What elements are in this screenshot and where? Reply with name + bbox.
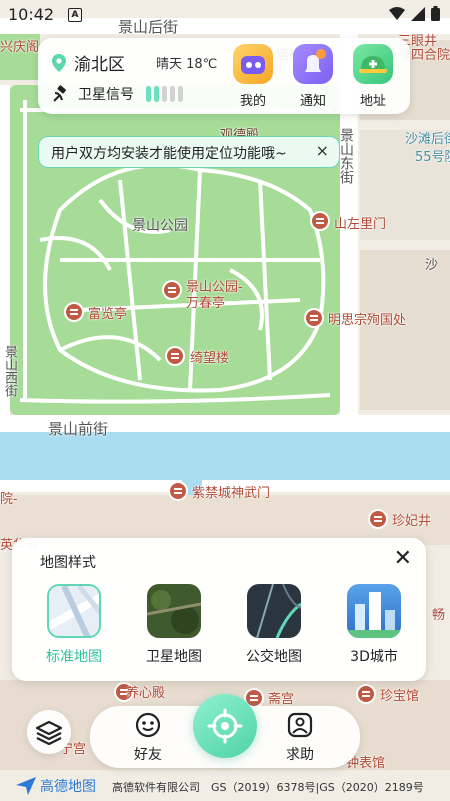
- transit-map-thumb-icon: [247, 584, 301, 638]
- help-button[interactable]: 求助: [270, 712, 330, 764]
- location-pin-icon: [52, 53, 66, 72]
- poi-qiwang-icon[interactable]: [167, 348, 183, 364]
- layers-button[interactable]: [27, 710, 71, 754]
- notification-label: 通知: [299, 94, 326, 109]
- satellite-map-thumb-icon: [147, 584, 201, 638]
- satellite-row: 卫星信号: [52, 84, 183, 104]
- notification-a-icon: A: [68, 8, 82, 22]
- map-style-panel: 地图样式 ✕ 标准地图 卫星地图 公交地图 3D城市: [12, 538, 426, 681]
- robot-avatar-icon: [233, 44, 273, 84]
- map-style-3d-label: 3D城市: [350, 649, 398, 665]
- wifi-icon: [389, 6, 405, 20]
- satellite-icon: [53, 85, 66, 102]
- map-style-satellite-label: 卫星地图: [146, 649, 202, 665]
- map-label-shanzuo: 山左里门: [334, 217, 387, 232]
- map-style-standard-label: 标准地图: [46, 649, 102, 665]
- notification-button[interactable]: 通知: [288, 44, 338, 109]
- help-person-icon: [287, 712, 313, 738]
- smile-icon: [135, 712, 161, 738]
- weather-text: 晴天 18℃: [156, 57, 218, 72]
- map-label-jingshan-park: 景山公园: [132, 218, 188, 234]
- status-time: 10:42: [8, 5, 55, 24]
- address-button[interactable]: 地址: [348, 44, 398, 109]
- signal-icon: [411, 6, 425, 21]
- standard-map-thumb-icon: [47, 584, 101, 638]
- friends-label: 好友: [134, 747, 162, 763]
- map-style-transit[interactable]: 公交地图: [234, 584, 314, 666]
- amap-logo: 高德地图: [16, 776, 96, 796]
- map-label-zhenbao: 珍宝馆: [380, 689, 420, 704]
- map-label-yangxin: 养心殿: [126, 686, 166, 701]
- poi-shenwumen-icon[interactable]: [170, 483, 186, 499]
- map-label-shenwumen: 紫禁城神武门: [192, 486, 271, 501]
- amap-logo-text: 高德地图: [40, 779, 96, 795]
- poi-wanchun-icon[interactable]: [164, 282, 180, 298]
- install-tip-banner: 用户双方均安装才能使用定位功能哦~ ×: [38, 136, 340, 168]
- district-name: 渝北区: [74, 55, 125, 75]
- friends-button[interactable]: 好友: [118, 712, 178, 764]
- signal-bar: [146, 86, 151, 102]
- map-label-zhaigong: 斋宫: [268, 692, 295, 707]
- map-label-wanchun-2: 万春亭: [186, 296, 226, 311]
- map-style-title: 地图样式: [40, 555, 96, 571]
- poi-mingsi-icon[interactable]: [306, 310, 322, 326]
- bell-badge-icon: [293, 44, 333, 84]
- copyright-text: 高德软件有限公司 GS（2019）6378号|GS（2020）2189号: [112, 781, 424, 794]
- tip-text: 用户双方均安装才能使用定位功能哦~: [51, 146, 287, 162]
- help-label: 求助: [286, 747, 314, 763]
- map-label-shatan: 沙滩后街: [405, 132, 450, 147]
- map-style-satellite[interactable]: 卫星地图: [134, 584, 214, 666]
- map-label-yuan: 院-: [0, 492, 18, 507]
- map-label-mingsi: 明思宗殉国处: [328, 313, 407, 328]
- poi-fulan-icon[interactable]: [66, 304, 82, 320]
- map-style-3d[interactable]: 3D城市: [334, 584, 414, 666]
- satellite-label: 卫星信号: [78, 87, 134, 103]
- location-row[interactable]: 渝北区: [52, 50, 125, 75]
- mine-button[interactable]: 我的: [228, 44, 278, 109]
- map-label-fulan: 富览亭: [88, 307, 128, 322]
- map-label-jingshan-xijie: 景山西街: [2, 345, 17, 397]
- map-footer: 高德地图 高德软件有限公司 GS（2019）6378号|GS（2020）2189…: [0, 772, 450, 801]
- helmet-icon: [353, 44, 393, 84]
- poi-shanzuo-icon[interactable]: [312, 213, 328, 229]
- status-bar: 10:42 A: [0, 0, 450, 30]
- tip-close-button[interactable]: ×: [316, 141, 329, 160]
- address-label: 地址: [359, 94, 386, 109]
- poi-zhenbao-icon[interactable]: [358, 686, 374, 702]
- city-3d-thumb-icon: [347, 584, 401, 638]
- map-label-qiwang: 绮望楼: [190, 351, 230, 366]
- map-label-xingqing: 兴庆阁: [0, 40, 40, 55]
- signal-bar: [170, 86, 175, 102]
- map-label-chang: 畅: [432, 608, 446, 623]
- satellite-signal-bars: [146, 86, 183, 102]
- amap-arrow-icon: [16, 777, 36, 795]
- map-style-standard[interactable]: 标准地图: [34, 584, 114, 666]
- map-style-transit-label: 公交地图: [246, 649, 302, 665]
- locate-button[interactable]: [193, 694, 257, 758]
- map-label-55: 55号院: [415, 150, 450, 165]
- signal-bar: [178, 86, 183, 102]
- signal-bar: [154, 86, 159, 102]
- battery-icon: [431, 6, 440, 21]
- map-label-sha: 沙: [425, 258, 439, 273]
- map-label-jingshan-qianjie: 景山前街: [48, 420, 109, 438]
- layers-icon: [35, 720, 63, 746]
- map-style-close-button[interactable]: ✕: [394, 546, 412, 571]
- poi-zhenfei-icon[interactable]: [370, 511, 386, 527]
- location-card: 渝北区 晴天 18℃ 卫星信号 我的 通知 地址: [38, 38, 410, 114]
- signal-bar: [162, 86, 167, 102]
- mine-label: 我的: [239, 94, 266, 109]
- crosshair-icon: [207, 708, 243, 744]
- map-label-zhenfei: 珍妃井: [392, 514, 432, 529]
